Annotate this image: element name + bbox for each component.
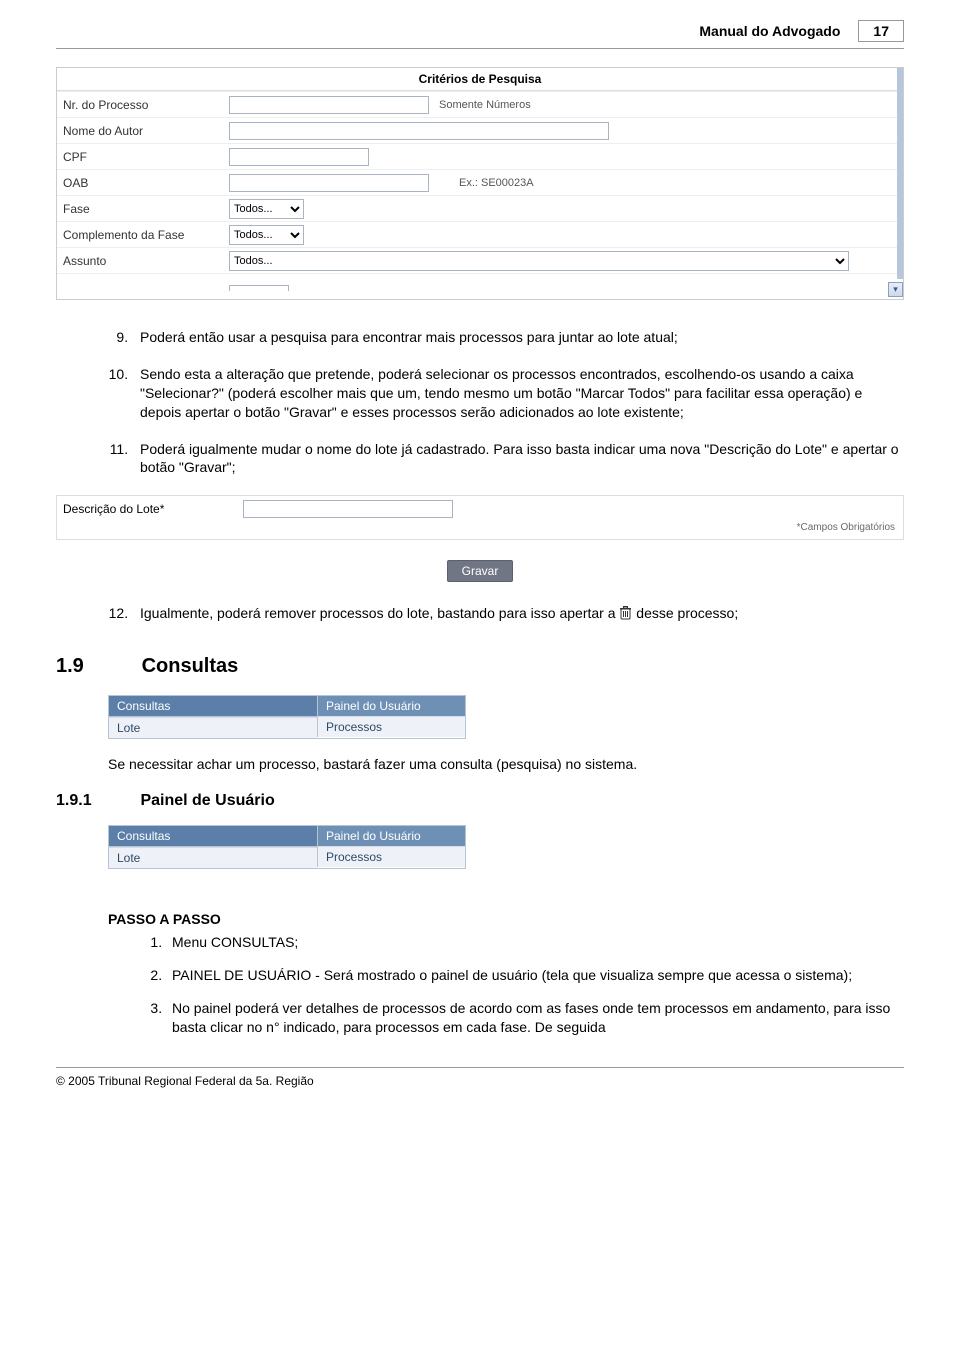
consultas-menu-2: Consultas Lote Painel do Usuário Process… <box>108 825 466 869</box>
menu-consultas-header[interactable]: Consultas <box>109 696 317 717</box>
trash-icon <box>619 606 632 620</box>
row-nr-processo: Nr. do Processo Somente Números <box>57 91 903 117</box>
row-nome-autor: Nome do Autor <box>57 117 903 143</box>
row-cpf: CPF <box>57 143 903 169</box>
menu2-painel-usuario[interactable]: Painel do Usuário <box>318 826 465 846</box>
hint-oab: Ex.: SE00023A <box>459 177 534 189</box>
section-1-9-number: 1.9 <box>56 655 136 678</box>
row-fase: Fase Todos... <box>57 195 903 221</box>
desc-lote-screenshot: Descrição do Lote* *Campos Obrigatórios <box>56 495 904 540</box>
input-nr-processo[interactable] <box>229 96 429 114</box>
page-header: Manual do Advogado 17 <box>56 20 904 49</box>
label-fase: Fase <box>57 202 227 216</box>
menu2-consultas-header[interactable]: Consultas <box>109 826 317 847</box>
input-desc-lote[interactable] <box>243 500 453 518</box>
section-1-9-title: Consultas <box>142 655 239 677</box>
row-cut-off <box>57 273 903 299</box>
step-10: Sendo esta a alteração que pretende, pod… <box>132 365 904 422</box>
passo-1: Menu CONSULTAS; <box>166 933 904 952</box>
steps-list-cont: Igualmente, poderá remover processos do … <box>104 604 904 623</box>
search-form-screenshot: Critérios de Pesquisa Nr. do Processo So… <box>56 67 904 300</box>
select-fase[interactable]: Todos... <box>229 199 304 219</box>
input-nome-autor[interactable] <box>229 122 609 140</box>
passo-list: Menu CONSULTAS; PAINEL DE USUÁRIO - Será… <box>144 933 904 1037</box>
section-1-9-heading: 1.9 Consultas <box>56 655 904 678</box>
menu2-processos[interactable]: Processos <box>318 846 465 867</box>
input-cpf[interactable] <box>229 148 369 166</box>
label-nr-processo: Nr. do Processo <box>57 98 227 112</box>
passo-2: PAINEL DE USUÁRIO - Será mostrado o pain… <box>166 966 904 985</box>
gravar-button[interactable]: Gravar <box>447 560 514 582</box>
step-12-text-b: desse processo; <box>636 605 738 621</box>
page-number: 17 <box>858 20 904 42</box>
select-compl-fase[interactable]: Todos... <box>229 225 304 245</box>
row-assunto: Assunto Todos... <box>57 247 903 273</box>
scrollbar-track[interactable] <box>897 68 903 279</box>
label-compl-fase: Complemento da Fase <box>57 228 227 242</box>
step-12-text-a: Igualmente, poderá remover processos do … <box>140 605 619 621</box>
passo-a-passo-title: PASSO A PASSO <box>108 911 904 927</box>
doc-title: Manual do Advogado <box>699 23 840 39</box>
campos-obrigatorios: *Campos Obrigatórios <box>57 522 903 539</box>
section-1-9-1-title: Painel de Usuário <box>140 792 274 809</box>
scroll-down-icon[interactable]: ▾ <box>888 282 903 297</box>
step-11: Poderá igualmente mudar o nome do lote j… <box>132 440 904 478</box>
menu-lote-item[interactable]: Lote <box>109 717 317 738</box>
hint-nr-processo: Somente Números <box>439 99 531 111</box>
label-oab: OAB <box>57 176 227 190</box>
select-assunto[interactable]: Todos... <box>229 251 849 271</box>
label-desc-lote: Descrição do Lote* <box>63 502 233 516</box>
label-assunto: Assunto <box>57 254 227 268</box>
label-cpf: CPF <box>57 150 227 164</box>
step-9: Poderá então usar a pesquisa para encont… <box>132 328 904 347</box>
search-form-title: Critérios de Pesquisa <box>57 68 903 91</box>
section-1-9-1-heading: 1.9.1 Painel de Usuário <box>56 792 904 810</box>
row-oab: OAB Ex.: SE00023A <box>57 169 903 195</box>
row-compl-fase: Complemento da Fase Todos... <box>57 221 903 247</box>
label-nome-autor: Nome do Autor <box>57 124 227 138</box>
step-12: Igualmente, poderá remover processos do … <box>132 604 904 623</box>
steps-list: Poderá então usar a pesquisa para encont… <box>104 328 904 477</box>
menu-processos[interactable]: Processos <box>318 716 465 737</box>
menu2-lote-item[interactable]: Lote <box>109 847 317 868</box>
para-1-9: Se necessitar achar um processo, bastará… <box>108 755 904 774</box>
input-oab[interactable] <box>229 174 429 192</box>
page-footer: © 2005 Tribunal Regional Federal da 5a. … <box>56 1067 904 1088</box>
section-1-9-1-number: 1.9.1 <box>56 792 136 810</box>
menu-painel-usuario[interactable]: Painel do Usuário <box>318 696 465 716</box>
passo-3: No painel poderá ver detalhes de process… <box>166 999 904 1037</box>
consultas-menu-1: Consultas Lote Painel do Usuário Process… <box>108 695 466 739</box>
